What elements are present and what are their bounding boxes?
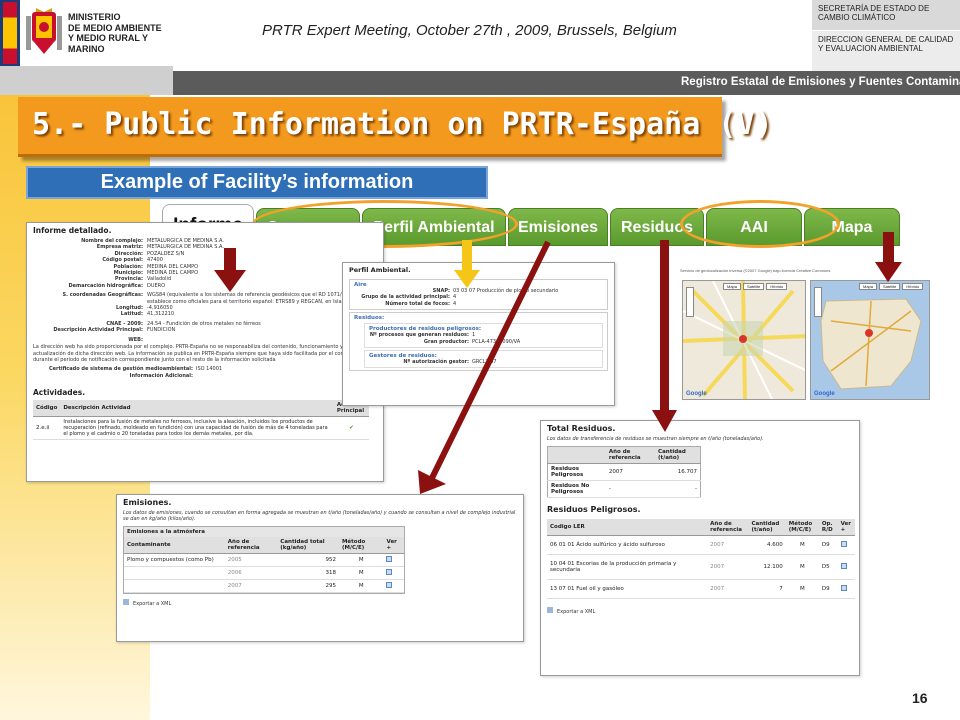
annotation-arrows (214, 232, 902, 494)
arrow-residuos (652, 240, 677, 432)
arrow-mapa (875, 232, 902, 282)
arrow-emisiones (418, 240, 551, 494)
page-number: 16 (912, 690, 928, 706)
arrow-perfil (454, 240, 480, 288)
arrow-informe (214, 248, 246, 292)
